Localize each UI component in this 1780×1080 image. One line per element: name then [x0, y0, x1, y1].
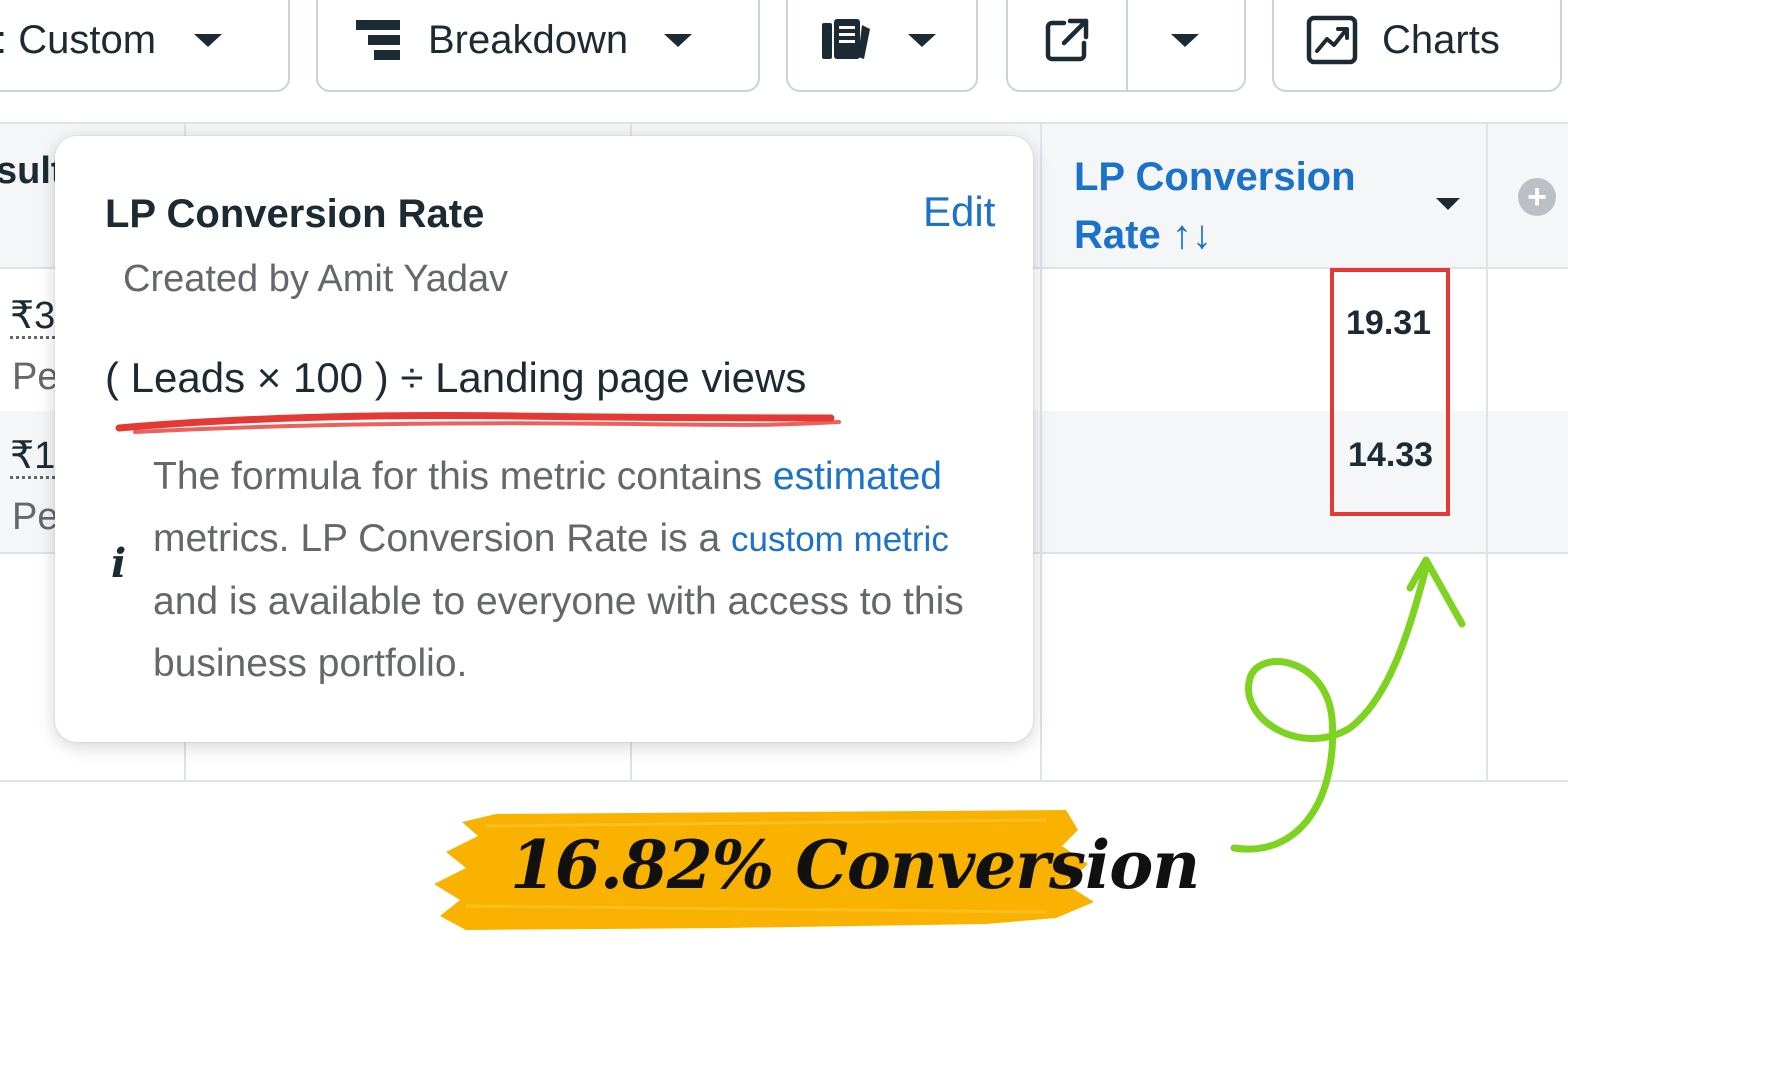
tooltip-title: LP Conversion Rate — [105, 192, 485, 236]
info-icon: i — [111, 540, 127, 587]
description-text: metrics. LP Conversion Rate is a — [153, 517, 732, 560]
breakdown-icon — [356, 20, 400, 60]
formula-underline — [115, 412, 841, 434]
tooltip-description: The formula for this metric contains est… — [153, 446, 993, 695]
metric-tooltip: LP Conversion Rate Edit Created by Amit … — [55, 136, 1033, 742]
charts-button[interactable]: Charts — [1272, 0, 1562, 92]
reports-icon — [822, 19, 870, 59]
divider — [1126, 0, 1128, 90]
tooltip-creator: Created by Amit Yadav — [123, 258, 509, 300]
tooltip-formula: ( Leads × 100 ) ÷ Landing page views — [105, 354, 807, 401]
column-header-lp-conversion-rate[interactable]: LP Conversion Rate ↑↓ — [1074, 148, 1414, 264]
breakdown-label: Breakdown — [428, 17, 629, 62]
export-options-button[interactable] — [1126, 0, 1244, 90]
edit-link[interactable]: Edit — [923, 188, 995, 236]
chevron-down-icon[interactable] — [1436, 198, 1460, 210]
chevron-down-icon — [1171, 33, 1199, 47]
estimated-link[interactable]: estimated — [773, 455, 942, 498]
table-cell-subtext: Pe — [12, 356, 59, 398]
table-cell-value: ₹1 — [10, 435, 56, 479]
table-border — [0, 122, 1568, 124]
export-button[interactable] — [1008, 0, 1126, 90]
chevron-down-icon — [194, 33, 223, 47]
table-cell-value: ₹3 — [10, 295, 56, 339]
breakdown-button[interactable]: Breakdown — [316, 0, 760, 92]
description-text: The formula for this metric contains — [153, 455, 773, 498]
reports-button[interactable] — [786, 0, 978, 92]
annotation-arrow — [1230, 556, 1466, 853]
charts-icon — [1306, 15, 1358, 65]
chevron-down-icon — [908, 33, 936, 47]
table-cell-subtext: Pe — [12, 496, 59, 538]
export-button-group — [1006, 0, 1246, 92]
columns-dropdown[interactable]: : Custom — [0, 0, 290, 92]
description-text: and is available to everyone with access… — [153, 580, 964, 685]
add-column-icon[interactable]: + — [1518, 178, 1556, 216]
conversion-summary: 16.82% Conversion — [510, 826, 1200, 904]
export-icon — [1045, 18, 1089, 62]
charts-label: Charts — [1382, 17, 1500, 62]
columns-dropdown-label: : Custom — [0, 17, 157, 62]
highlight-box — [1330, 268, 1450, 516]
chevron-down-icon — [664, 33, 693, 47]
table-border — [1040, 122, 1042, 782]
custom-metric-link[interactable]: custom metric — [731, 520, 949, 559]
